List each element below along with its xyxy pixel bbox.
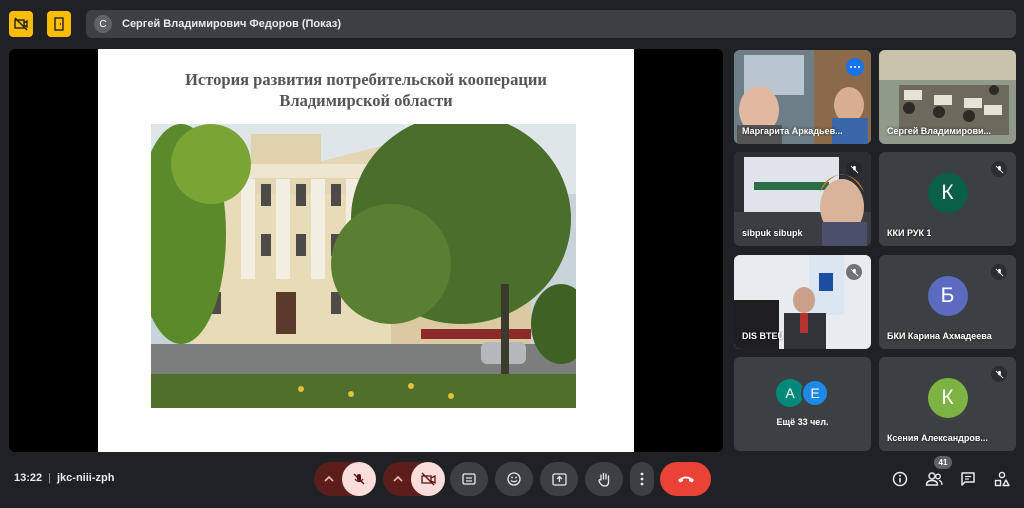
presenter-avatar: С <box>94 15 112 33</box>
camera-off-icon <box>420 472 436 486</box>
meeting-info: 13:22 | jkc-niii-zph <box>14 472 114 484</box>
emoji-icon <box>507 472 521 486</box>
clock: 13:22 <box>14 472 43 484</box>
presenter-bar: С Сергей Владимирович Федоров (Показ) <box>86 10 1016 38</box>
mic-off-icon <box>846 161 862 177</box>
participant-avatar: А <box>776 379 804 407</box>
participant-name: Маргарита Аркадьев... <box>742 126 843 136</box>
meeting-code: jkc-niii-zph <box>57 472 115 484</box>
raise-hand-button[interactable] <box>585 462 623 496</box>
chevron-up-icon <box>324 475 334 482</box>
chevron-up-icon <box>393 475 403 482</box>
participant-name: ККИ РУК 1 <box>887 228 932 238</box>
building-photo <box>151 124 576 408</box>
present-icon <box>551 472 567 486</box>
participant-name: БКИ Карина Ахмадеева <box>887 331 992 341</box>
participant-avatar: Е <box>801 379 829 407</box>
participant-name: Ксения Александров... <box>887 433 988 443</box>
raise-hand-icon <box>598 472 610 487</box>
captions-icon <box>462 473 476 485</box>
emoji-button[interactable] <box>495 462 533 496</box>
mic-off-icon <box>846 264 862 280</box>
participant-tile[interactable]: Маргарита Аркадьев... <box>734 50 871 144</box>
participant-name: DIS BTEU <box>742 331 785 341</box>
separator: | <box>48 472 51 484</box>
more-vert-icon <box>640 472 644 486</box>
participant-tile[interactable]: К Ксения Александров... <box>879 357 1016 451</box>
presenter-name: Сергей Владимирович Федоров (Показ) <box>122 18 342 30</box>
mic-options-button[interactable] <box>318 462 340 496</box>
slide-title-line-1: История развития потребительской коопера… <box>185 70 547 89</box>
presentation-stage: История развития потребительской коопера… <box>9 49 723 452</box>
info-icon[interactable] <box>888 467 912 491</box>
participant-tile[interactable]: К ККИ РУК 1 <box>879 152 1016 246</box>
more-options-icon[interactable] <box>846 58 864 76</box>
people-icon[interactable] <box>922 467 946 491</box>
more-options-button[interactable] <box>630 462 654 496</box>
participant-tile[interactable]: DIS BTEU <box>734 255 871 349</box>
mic-off-icon <box>353 473 365 485</box>
chat-icon[interactable] <box>956 467 980 491</box>
mic-off-icon <box>991 161 1007 177</box>
leave-call-button[interactable] <box>660 462 711 496</box>
more-participants-tile[interactable]: А Е Ещё 33 чел. <box>734 357 871 451</box>
mic-off-icon <box>991 264 1007 280</box>
door-icon[interactable] <box>47 11 71 37</box>
participant-avatar: Б <box>927 276 968 317</box>
mic-toggle-button[interactable] <box>342 462 376 496</box>
participant-name: Сергей Владимирови... <box>887 126 992 136</box>
participant-tile[interactable]: Б БКИ Карина Ахмадеева <box>879 255 1016 349</box>
camera-options-button[interactable] <box>387 462 409 496</box>
present-button[interactable] <box>540 462 578 496</box>
more-participants-label: Ещё 33 чел. <box>776 417 829 427</box>
participant-avatar: К <box>927 378 968 419</box>
slide-title-line-2: Владимирской области <box>279 91 453 110</box>
participant-avatar: К <box>927 173 968 214</box>
slide-title: История развития потребительской коопера… <box>98 69 634 111</box>
participant-name: sibpuk sibupk <box>742 228 803 238</box>
slide: История развития потребительской коопера… <box>98 49 634 452</box>
end-call-icon <box>677 476 694 483</box>
no-camera-icon[interactable] <box>9 11 33 37</box>
participant-tile[interactable]: Сергей Владимирови... <box>879 50 1016 144</box>
camera-toggle-button[interactable] <box>411 462 445 496</box>
mic-off-icon <box>991 366 1007 382</box>
activities-icon[interactable] <box>990 467 1014 491</box>
participant-tile[interactable]: sibpuk sibupk <box>734 152 871 246</box>
captions-button[interactable] <box>450 462 488 496</box>
